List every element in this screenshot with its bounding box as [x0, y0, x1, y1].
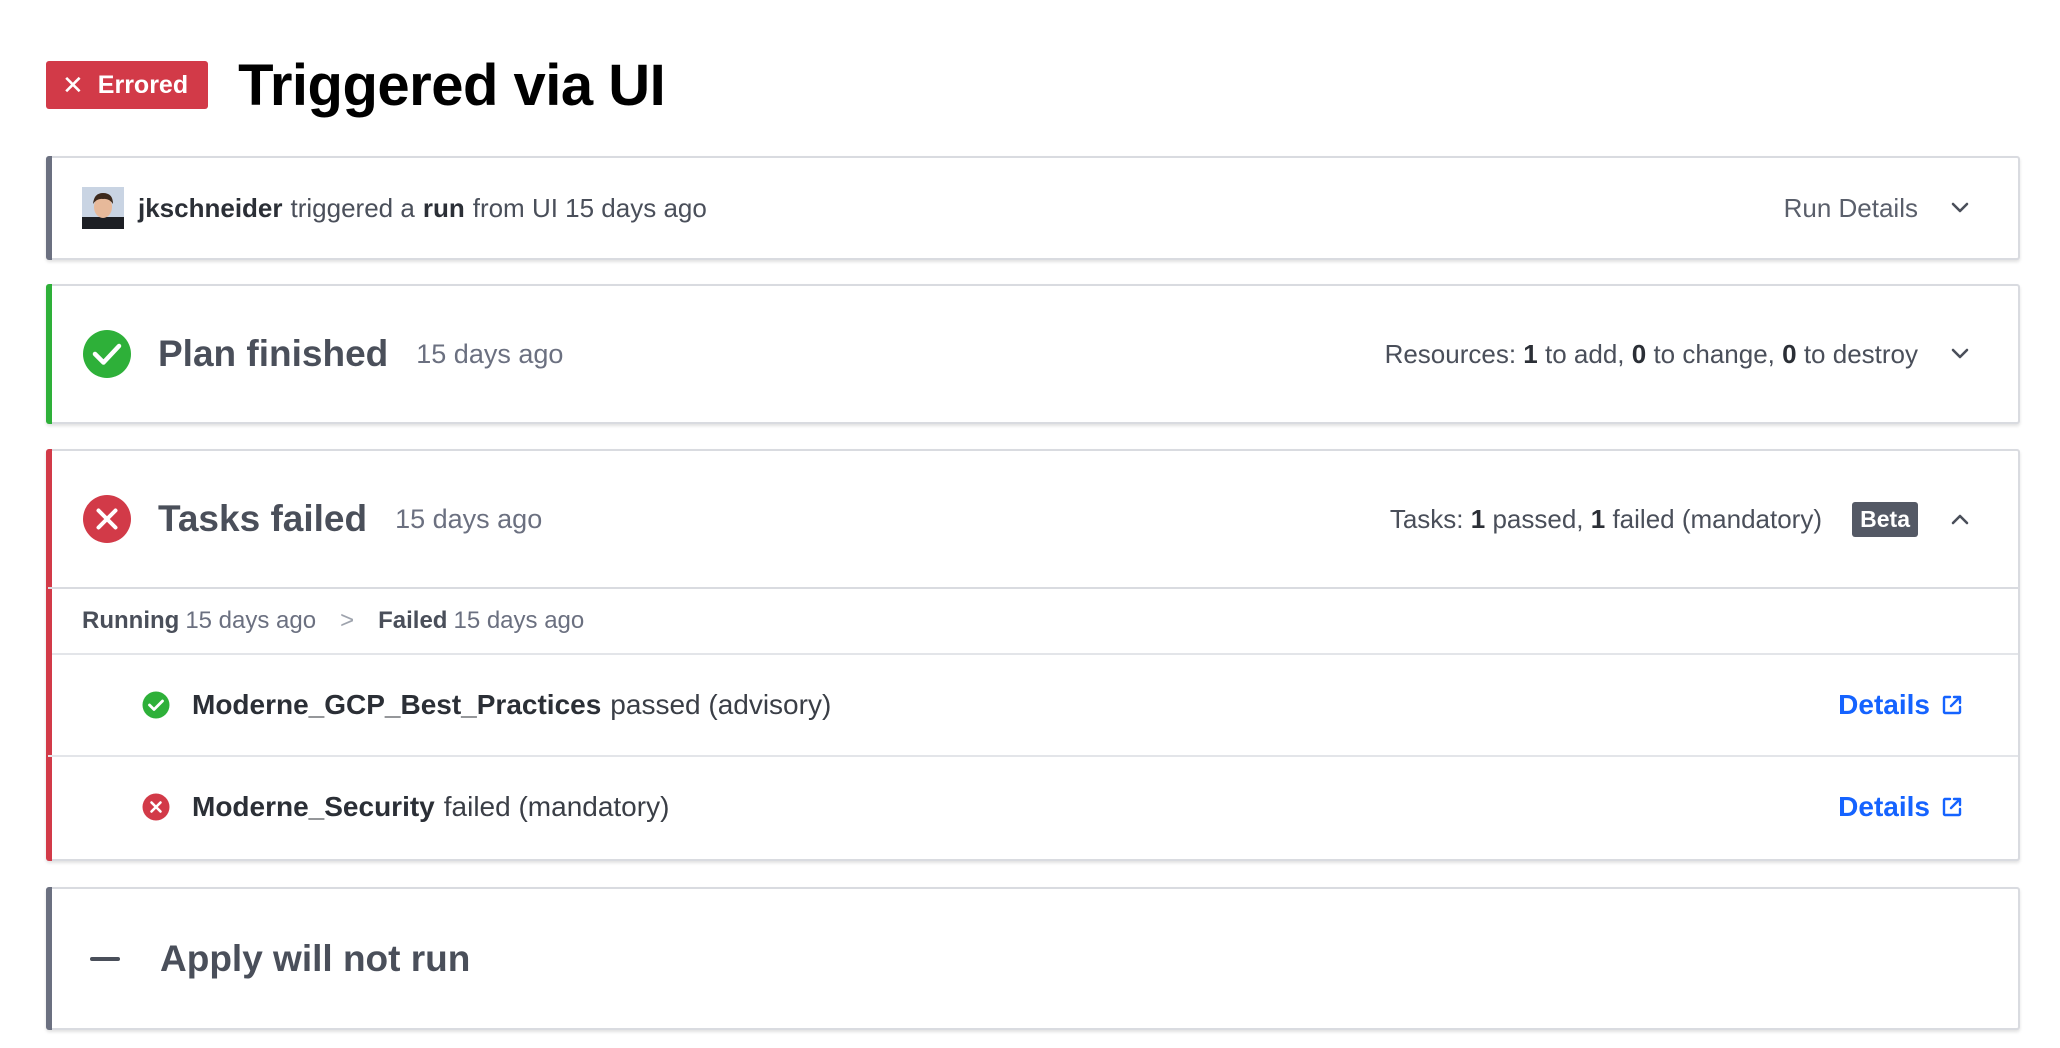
apply-header: Apply will not run: [48, 889, 2018, 1028]
dash-icon: [90, 956, 120, 961]
destroy-count: 0: [1782, 338, 1797, 369]
plan-time: 15 days ago: [416, 338, 564, 369]
add-text: to add,: [1545, 338, 1625, 369]
tasks-summary-label: Tasks:: [1389, 503, 1464, 534]
beta-badge: Beta: [1852, 501, 1918, 537]
plan-card: Plan finished 15 days ago Resources: 1 t…: [46, 284, 2020, 424]
tasks-summary: Tasks: 1 passed, 1 failed (mandatory): [1390, 504, 1822, 535]
tasks-timeline: Running 15 days ago > Failed 15 days ago: [48, 589, 2018, 655]
timeline-failed-label: Failed: [378, 607, 448, 634]
chevron-up-icon[interactable]: [1940, 499, 1980, 539]
chevron-down-icon[interactable]: [1940, 188, 1980, 228]
apply-card: Apply will not run: [46, 887, 2020, 1030]
avatar: [82, 187, 124, 229]
status-badge-label: Errored: [97, 70, 189, 99]
task-row: Moderne_Security failed (mandatory) Deta…: [48, 755, 2018, 857]
task-name: Moderne_GCP_Best_Practices: [192, 689, 602, 720]
timeline-running-time: 15 days ago: [185, 607, 317, 634]
external-link-icon: [1942, 797, 1962, 817]
details-label[interactable]: Details: [1838, 689, 1930, 721]
tasks-card: Tasks failed 15 days ago Tasks: 1 passed…: [46, 449, 2020, 861]
timeline-failed-time: 15 days ago: [453, 607, 585, 634]
task-row: Moderne_GCP_Best_Practices passed (advis…: [48, 655, 2018, 755]
destroy-text: to destroy: [1803, 338, 1918, 369]
resources-summary: Resources: 1 to add, 0 to change, 0 to d…: [1385, 339, 1918, 370]
task-status: failed (mandatory): [443, 791, 670, 822]
resources-label: Resources:: [1384, 338, 1517, 369]
chevron-down-icon[interactable]: [1940, 334, 1980, 374]
close-icon: ✕: [62, 70, 84, 100]
task-name: Moderne_Security: [192, 791, 435, 822]
external-link-icon: [1942, 695, 1962, 715]
details-label[interactable]: Details: [1838, 791, 1930, 823]
change-count: 0: [1631, 338, 1647, 369]
username[interactable]: jkschneider: [138, 193, 283, 224]
check-circle-icon: [83, 330, 131, 378]
from-text: from UI 15 days ago: [472, 192, 707, 223]
page-header: ✕ Errored Triggered via UI: [46, 50, 666, 120]
details-link[interactable]: Details: [1838, 791, 1964, 823]
timeline-separator: >: [340, 607, 355, 634]
apply-title: Apply will not run: [160, 937, 471, 979]
details-link[interactable]: Details: [1838, 689, 1964, 721]
add-count: 1: [1523, 338, 1538, 369]
x-circle-icon: [142, 793, 170, 821]
run-page: ✕ Errored Triggered via UI jkschneider t…: [0, 0, 2060, 1048]
run-info-card: jkschneider triggered a run from UI 15 d…: [46, 156, 2020, 260]
timeline-running-label: Running: [82, 607, 180, 634]
change-text: to change,: [1653, 338, 1775, 369]
page-title: Triggered via UI: [238, 52, 666, 118]
plan-header[interactable]: Plan finished 15 days ago Resources: 1 t…: [48, 286, 2018, 422]
failed-count: 1: [1590, 503, 1606, 534]
triggered-text: triggered a: [290, 192, 415, 223]
status-badge: ✕ Errored: [46, 61, 209, 109]
tasks-time: 15 days ago: [395, 503, 543, 534]
task-status: passed (advisory): [610, 689, 832, 720]
passed-count: 1: [1470, 503, 1486, 534]
plan-title: Plan finished: [158, 333, 389, 374]
tasks-header[interactable]: Tasks failed 15 days ago Tasks: 1 passed…: [48, 451, 2018, 589]
passed-text: passed,: [1492, 503, 1584, 534]
tasks-title: Tasks failed: [158, 498, 368, 539]
check-circle-icon: [142, 691, 170, 719]
run-info-row[interactable]: jkschneider triggered a run from UI 15 d…: [48, 158, 2018, 258]
x-circle-icon: [83, 495, 131, 543]
run-link[interactable]: run: [423, 193, 465, 224]
run-details-link[interactable]: Run Details: [1784, 193, 1918, 224]
failed-text: failed (mandatory): [1612, 503, 1822, 534]
